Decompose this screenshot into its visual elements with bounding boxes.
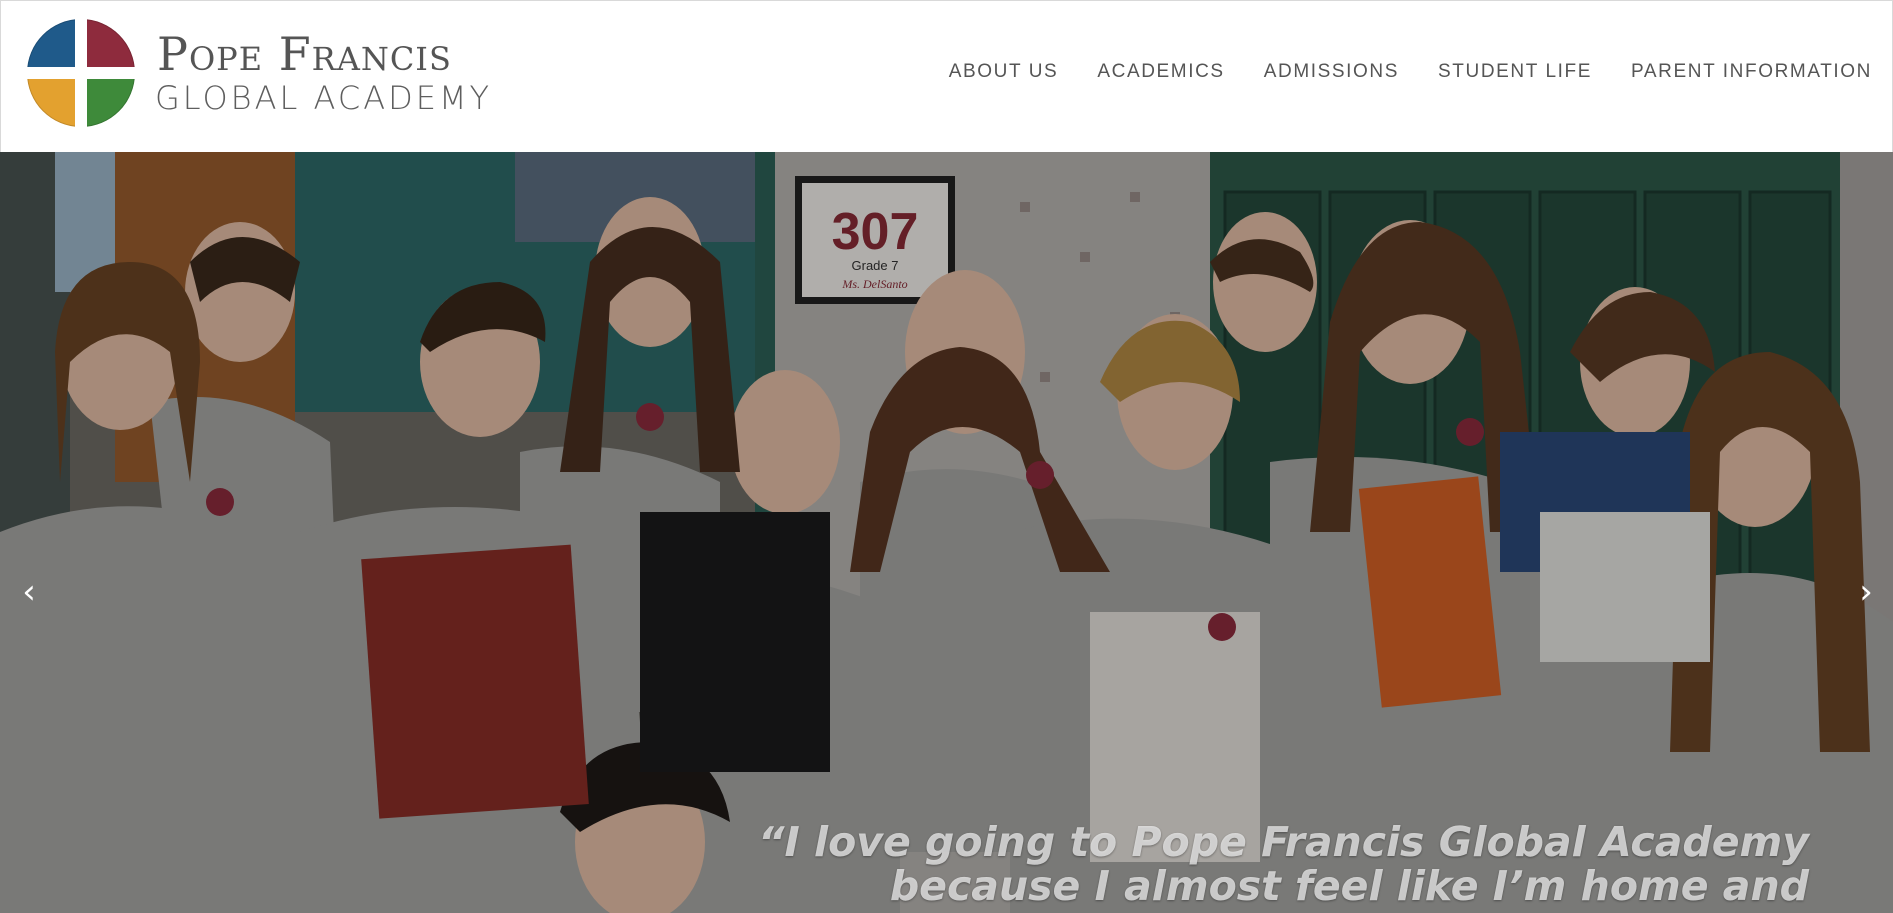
site-logo-link[interactable]: Pope Francis GLOBAL ACADEMY [25, 17, 489, 129]
nav-parent-information[interactable]: PARENT INFORMATION [1631, 61, 1872, 83]
quote-line-2: because I almost feel like I’m home and [889, 862, 1809, 910]
slider-prev-button[interactable]: ‹ [14, 570, 44, 614]
nav-admissions[interactable]: ADMISSIONS [1264, 61, 1399, 83]
academy-logo-icon [25, 17, 137, 129]
slider-next-button[interactable]: › [1851, 570, 1881, 614]
page: Pope Francis GLOBAL ACADEMY ABOUT US ACA… [0, 0, 1893, 913]
main-navigation: ABOUT US ACADEMICS ADMISSIONS STUDENT LI… [949, 59, 1872, 85]
logo-title-line2: GLOBAL ACADEMY [155, 79, 493, 117]
logo-title-line1: Pope Francis [157, 27, 452, 81]
nav-academics[interactable]: ACADEMICS [1097, 61, 1224, 83]
hero-slider: 307 Grade 7 Ms. DelSanto ‹ › “I love goi… [0, 152, 1893, 913]
chevron-right-icon: › [1859, 572, 1873, 612]
testimonial-quote: “I love going to Pope Francis Global Aca… [709, 820, 1809, 908]
site-header: Pope Francis GLOBAL ACADEMY ABOUT US ACA… [0, 0, 1893, 152]
nav-about-us[interactable]: ABOUT US [949, 61, 1059, 83]
chevron-left-icon: ‹ [22, 572, 36, 612]
quote-line-1: “I love going to Pope Francis Global Aca… [758, 818, 1809, 866]
hero-dark-overlay [0, 152, 1893, 913]
nav-student-life[interactable]: STUDENT LIFE [1438, 61, 1592, 83]
